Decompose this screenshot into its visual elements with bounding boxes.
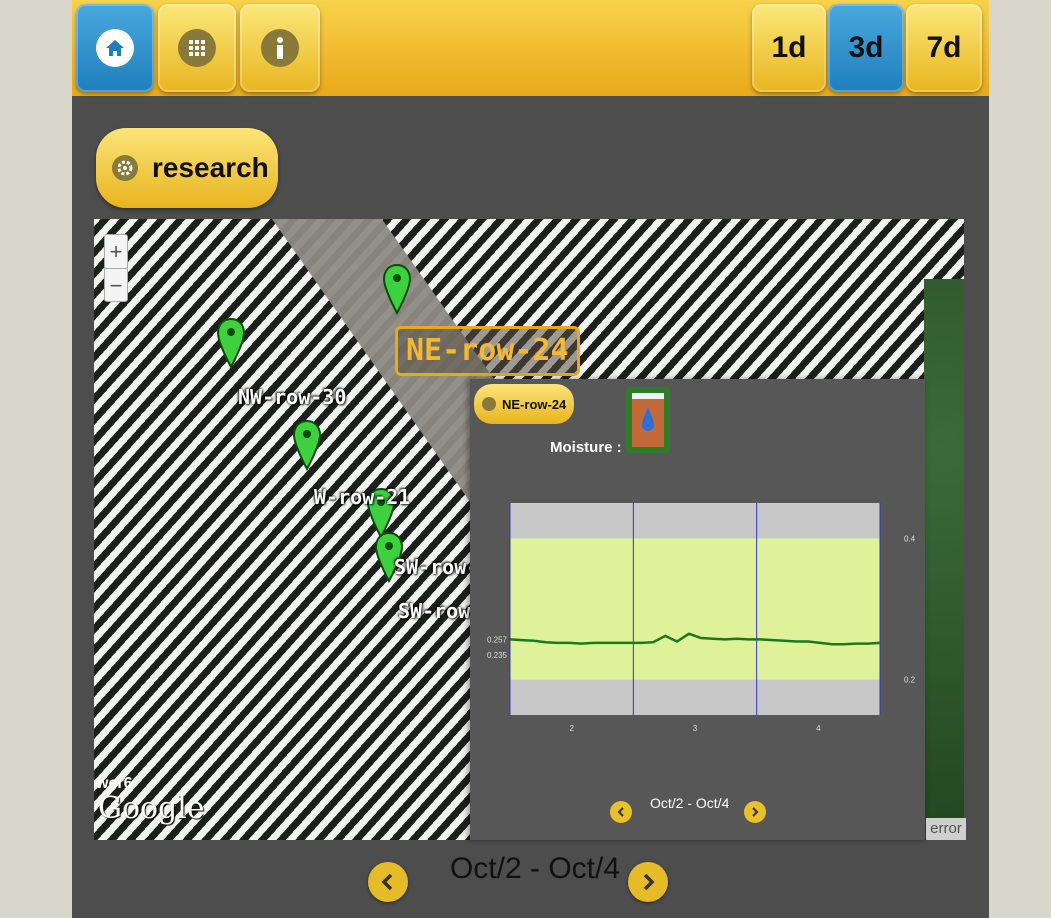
apps-button[interactable] (158, 4, 236, 92)
moisture-drop-icon (626, 387, 670, 453)
chart-right-tick-0: 0.4 (904, 534, 916, 543)
top-toolbar: 1d 3d 7d (72, 0, 989, 96)
popup-date-range: Oct/2 - Oct/4 (650, 795, 730, 811)
research-label: research (152, 152, 269, 183)
sensor-pill[interactable]: NE-row-24 (474, 384, 574, 424)
home-button[interactable] (76, 4, 154, 92)
map-trees (924, 279, 964, 839)
chevron-right-icon (643, 873, 655, 891)
chart-right-tick-1: 0.2 (904, 676, 916, 685)
sensor-popup: NE-row-24 Moisture : 2 3 4 0.257 0.235 0.4 0.2… (470, 379, 925, 840)
info-icon (261, 29, 299, 67)
map-label-sw-row-a: SW-row- (394, 555, 479, 579)
chart-x-tick-2: 2 (569, 724, 574, 733)
map-label-nw-row-30: NW-row-30 (238, 385, 347, 409)
grid-small-icon (482, 397, 496, 411)
range-3d-button[interactable]: 3d (828, 4, 904, 92)
range-1d-label: 1d (771, 31, 807, 64)
chart-target-band (510, 538, 880, 680)
research-button[interactable]: research (96, 128, 278, 208)
gear-icon (112, 155, 138, 181)
map-label-w-row-21: W-row-21 (314, 485, 411, 509)
range-3d-label: 3d (848, 31, 884, 64)
chart-x-tick-3: 3 (693, 724, 698, 733)
map-marker-nw-row-30[interactable] (216, 317, 246, 369)
range-7d-button[interactable]: 7d (906, 4, 982, 92)
google-logo: Google (98, 791, 205, 826)
chart-left-tick-0: 0.257 (487, 635, 508, 644)
next-range-button[interactable] (628, 862, 668, 902)
popup-prev-button[interactable] (610, 801, 632, 823)
sensor-name: NE-row-24 (502, 396, 567, 412)
info-button[interactable] (240, 4, 320, 92)
map-marker-ne-row-24[interactable] (382, 263, 412, 315)
app-window: 1d 3d 7d research + − NW-row-30 W-row-21… (72, 0, 989, 918)
zoom-out-button[interactable]: − (105, 269, 127, 302)
grid-icon (178, 29, 216, 67)
chart-left-tick-1: 0.235 (487, 651, 508, 660)
range-1d-button[interactable]: 1d (752, 4, 826, 92)
moisture-chart: 2 3 4 0.257 0.235 0.4 0.2 (487, 503, 916, 733)
moisture-label: Moisture : (550, 439, 622, 456)
prev-range-button[interactable] (368, 862, 408, 902)
home-icon (96, 29, 134, 67)
map-marker-w-row-21[interactable] (292, 419, 322, 471)
chart-x-tick-4: 4 (816, 724, 821, 733)
range-7d-label: 7d (926, 31, 962, 64)
zoom-in-button[interactable]: + (105, 235, 127, 269)
map-label-sw-row-b: SW-row (398, 599, 471, 623)
bottom-date-range: Oct/2 - Oct/4 (449, 852, 621, 885)
popup-next-button[interactable] (744, 801, 766, 823)
chevron-left-icon (381, 873, 393, 891)
selected-marker-label[interactable]: NE-row-24 (395, 326, 580, 376)
error-tag: error (926, 818, 966, 840)
zoom-control: + − (104, 234, 128, 302)
